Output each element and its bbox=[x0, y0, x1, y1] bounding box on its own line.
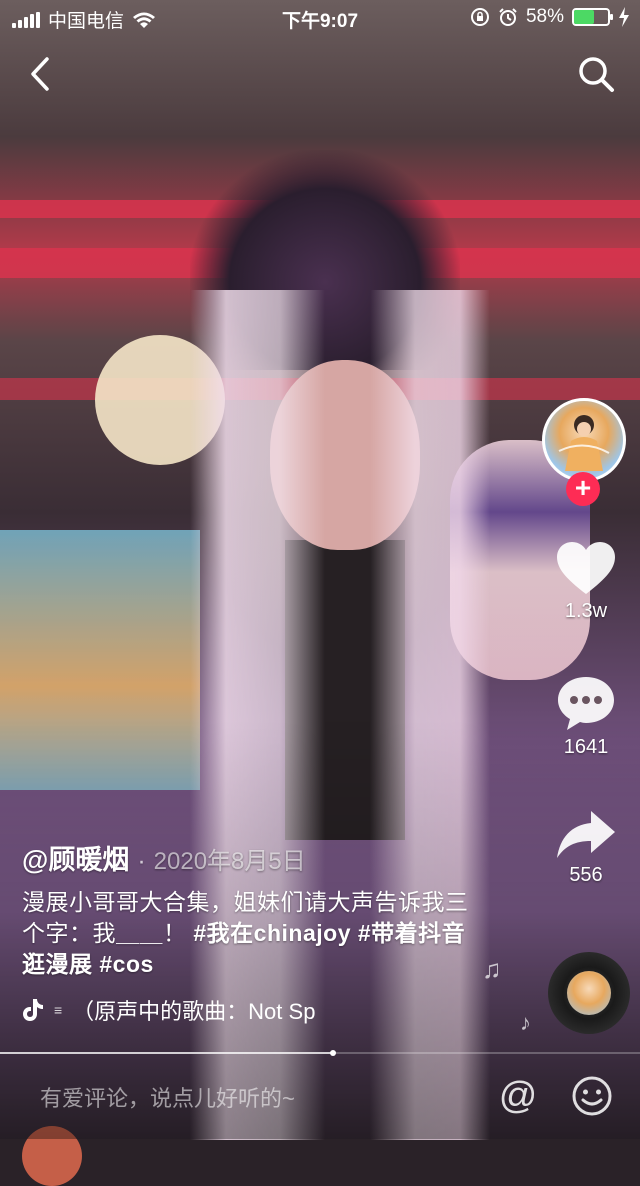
comment-count: 1641 bbox=[563, 736, 609, 758]
charging-icon bbox=[619, 7, 629, 27]
comment-bar: @ bbox=[0, 1054, 640, 1139]
author-name[interactable]: @顾暖烟 bbox=[22, 838, 129, 877]
smiley-icon bbox=[572, 1076, 612, 1116]
music-cover bbox=[567, 971, 611, 1015]
comment-action[interactable]: 1641 bbox=[538, 674, 634, 759]
battery-fill bbox=[574, 10, 594, 24]
comment-input[interactable] bbox=[38, 1082, 462, 1116]
emoji-button[interactable] bbox=[570, 1074, 614, 1118]
search-button[interactable] bbox=[574, 52, 618, 96]
post-date: 2020年8月5日 bbox=[153, 848, 306, 875]
separator-dot: · bbox=[137, 847, 146, 875]
alarm-icon bbox=[499, 8, 517, 26]
equalizer-icon: ≡ bbox=[54, 1002, 63, 1018]
chevron-left-icon bbox=[31, 57, 49, 91]
caption: 漫展小哥哥大合集，姐妹们请大声告诉我三个字：我＿＿！ #我在chinajoy #… bbox=[22, 887, 482, 980]
top-nav bbox=[0, 46, 640, 102]
status-bar: 中国电信 下午9:07 58% bbox=[0, 0, 640, 36]
music-note-icon: ♫ bbox=[482, 954, 502, 984]
share-icon bbox=[557, 811, 615, 858]
search-icon bbox=[579, 57, 614, 92]
like-count: 1.3w bbox=[564, 600, 608, 622]
orientation-lock-icon bbox=[470, 8, 489, 26]
music-title: （原声中的歌曲：Not Sp bbox=[72, 999, 316, 1024]
heart-icon bbox=[557, 542, 615, 594]
music-note-icon: ♪ bbox=[520, 1010, 531, 1035]
share-count: 556 bbox=[569, 864, 603, 886]
comment-icon bbox=[558, 677, 614, 730]
tiktok-note-icon bbox=[23, 999, 43, 1021]
avatar-image bbox=[558, 415, 610, 471]
battery-percent: 58% bbox=[525, 6, 564, 27]
avatar[interactable] bbox=[542, 398, 626, 482]
battery-icon bbox=[572, 8, 613, 26]
status-right: 58% bbox=[470, 6, 630, 28]
back-button[interactable] bbox=[20, 54, 60, 94]
music-disc[interactable] bbox=[548, 952, 630, 1034]
author-line: @顾暖烟 · 2020年8月5日 bbox=[22, 838, 482, 877]
caption-area: @顾暖烟 · 2020年8月5日 漫展小哥哥大合集，姐妹们请大声告诉我三个字：我… bbox=[22, 838, 482, 1026]
like-action[interactable]: 1.3w bbox=[538, 540, 634, 623]
music-line[interactable]: ≡ （原声中的歌曲：Not Sp bbox=[22, 994, 482, 1026]
follow-button[interactable]: + bbox=[566, 472, 600, 506]
mention-button[interactable]: @ bbox=[496, 1074, 540, 1118]
hashtag[interactable]: #我在chinajoy bbox=[193, 920, 351, 946]
hashtag[interactable]: #cos bbox=[99, 951, 153, 977]
share-action[interactable]: 556 bbox=[538, 808, 634, 887]
author-avatar-group: + bbox=[538, 396, 634, 506]
